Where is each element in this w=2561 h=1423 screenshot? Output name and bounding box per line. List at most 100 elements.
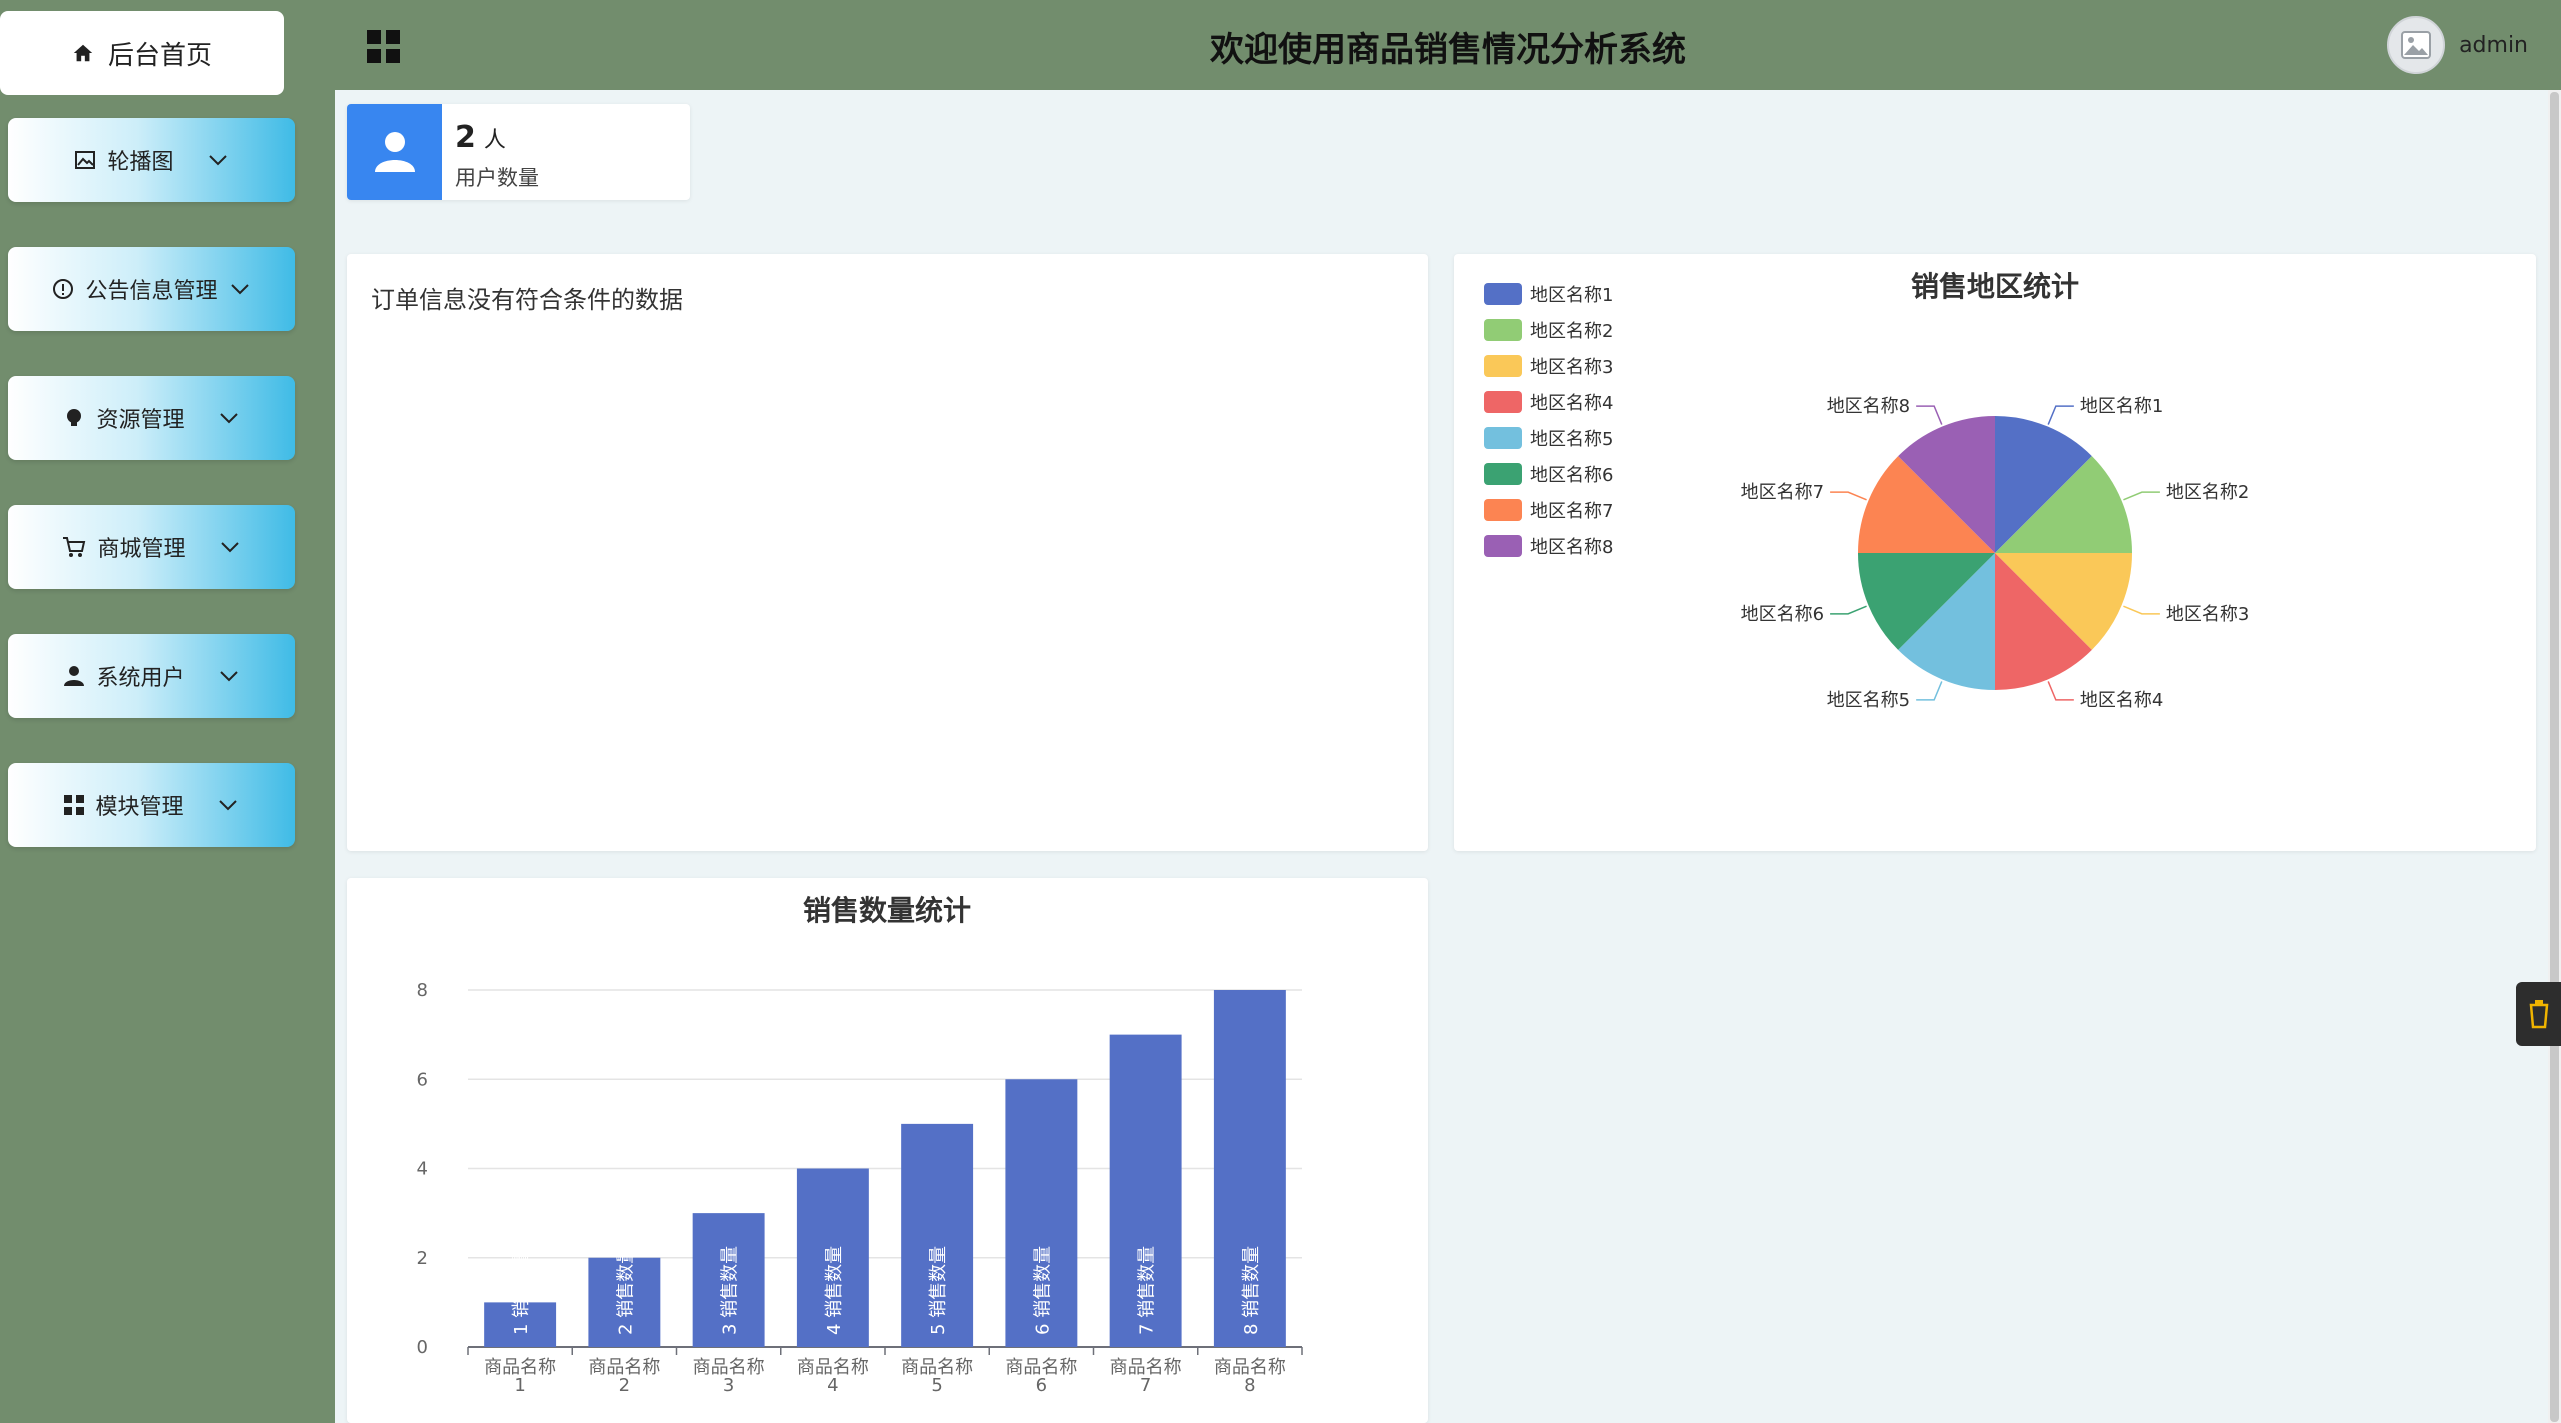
legend-label[interactable]: 地区名称8 xyxy=(1530,537,1613,558)
pie-slice-label: 地区名称6 xyxy=(1741,604,1824,625)
y-tick-label: 4 xyxy=(417,1159,428,1180)
pie-slice-label: 地区名称8 xyxy=(1827,396,1910,417)
sidebar-item-resources[interactable]: 资源管理 xyxy=(8,376,295,460)
legend-label[interactable]: 地区名称7 xyxy=(1530,501,1613,522)
image-icon xyxy=(75,151,96,169)
legend-swatch[interactable] xyxy=(1484,391,1522,413)
order-info-card: 订单信息没有符合条件的数据 xyxy=(347,254,1428,851)
info-circle-icon xyxy=(53,279,74,299)
chevron-down-icon xyxy=(218,800,237,811)
page-title: 欢迎使用商品销售情况分析系统 xyxy=(1210,30,1686,70)
chevron-down-icon xyxy=(230,284,249,295)
chevron-down-icon xyxy=(208,155,227,166)
sidebar: 后台首页 轮播图 公告信息管理 资源管理 商城管理 系统用户 模块管理 xyxy=(0,0,335,1423)
username: admin xyxy=(2459,32,2528,58)
user-count-label: 用户数量 xyxy=(455,166,539,190)
legend-swatch[interactable] xyxy=(1484,499,1522,521)
sidebar-item-label: 模块管理 xyxy=(95,795,184,820)
x-tick-label: 商品名称 8 xyxy=(1214,1357,1286,1396)
pie-leader-line xyxy=(1830,491,1867,501)
pie-slice-label: 地区名称2 xyxy=(2166,482,2249,503)
user-count-value: 2人 xyxy=(455,120,506,155)
pie-slice-label: 地区名称1 xyxy=(2080,396,2163,417)
x-tick-label: 商品名称 7 xyxy=(1110,1357,1182,1396)
grid-icon xyxy=(64,795,85,815)
sales-region-card: 销售地区统计 地区名称1 地区名称2 地区名称3 地区名称4 地区名称5 地区名称6 地区名称… xyxy=(1454,254,2536,851)
pie-slice-label: 地区名称4 xyxy=(2080,690,2163,711)
sidebar-item-announcements[interactable]: 公告信息管理 xyxy=(8,247,295,331)
sidebar-home[interactable]: 后台首页 xyxy=(0,11,284,95)
x-tick-label: 商品名称 1 xyxy=(484,1357,556,1396)
sales-quantity-card: 销售数量统计 0 2 4 6 8 1 销售数量 商品名称 1 2 销售数量 商品名称 2 3 销售数量商… xyxy=(347,878,1428,1423)
top-bar: 欢迎使用商品销售情况分析系统 admin xyxy=(335,0,2561,90)
y-tick-label: 6 xyxy=(417,1069,428,1090)
bar-value-label: 8 销售数量 xyxy=(1241,1246,1262,1335)
legend-label[interactable]: 地区名称6 xyxy=(1530,465,1613,486)
user-card-icon-box xyxy=(347,104,442,200)
legend-swatch[interactable] xyxy=(1484,319,1522,341)
pie-leader-line xyxy=(2047,405,2074,425)
pie-chart-title: 销售地区统计 xyxy=(1911,270,2079,303)
sidebar-item-system-users[interactable]: 系统用户 xyxy=(8,634,295,718)
bar-value-label: 4 销售数量 xyxy=(824,1246,845,1335)
side-tool-tab[interactable] xyxy=(2516,982,2561,1046)
bar-value-label: 5 销售数量 xyxy=(928,1246,949,1335)
sidebar-item-carousel[interactable]: 轮播图 xyxy=(8,118,295,202)
bulb-icon xyxy=(67,409,82,426)
legend-label[interactable]: 地区名称2 xyxy=(1530,321,1613,342)
legend-swatch[interactable] xyxy=(1484,283,1522,305)
image-placeholder-icon xyxy=(2401,31,2432,59)
bar-value-label: 6 销售数量 xyxy=(1032,1246,1053,1335)
legend-swatch[interactable] xyxy=(1484,535,1522,557)
user-icon xyxy=(374,132,415,172)
legend-label[interactable]: 地区名称4 xyxy=(1530,393,1613,414)
pie-leader-line xyxy=(2047,681,2074,701)
legend-label[interactable]: 地区名称3 xyxy=(1530,357,1613,378)
legend-label[interactable]: 地区名称5 xyxy=(1530,429,1613,450)
sidebar-item-label: 系统用户 xyxy=(96,666,185,691)
pie-leader-line xyxy=(2123,491,2160,501)
legend-label[interactable]: 地区名称1 xyxy=(1530,285,1613,306)
sidebar-home-label: 后台首页 xyxy=(107,40,212,71)
user-count-unit: 人 xyxy=(483,128,506,153)
pie-leader-line xyxy=(1916,681,1943,701)
user-menu[interactable]: admin xyxy=(2387,16,2528,74)
avatar[interactable] xyxy=(2387,16,2446,74)
chevron-down-icon xyxy=(220,542,239,553)
pie-slice-label: 地区名称3 xyxy=(2166,604,2249,625)
x-tick-label: 商品名称 3 xyxy=(693,1357,765,1396)
x-tick-label: 商品名称 2 xyxy=(588,1357,660,1396)
order-empty-message: 订单信息没有符合条件的数据 xyxy=(371,286,683,314)
user-icon xyxy=(64,666,85,686)
bar-value-label: 1 销售数量 xyxy=(511,1246,532,1335)
x-tick-label: 商品名称 5 xyxy=(901,1357,973,1396)
sidebar-item-label: 资源管理 xyxy=(96,408,185,433)
cart-icon xyxy=(63,537,86,557)
sidebar-item-shop[interactable]: 商城管理 xyxy=(8,505,295,589)
x-tick-label: 商品名称 4 xyxy=(797,1357,869,1396)
pie-leader-line xyxy=(2123,605,2160,615)
sidebar-item-label: 商城管理 xyxy=(97,537,186,562)
pie-leader-line xyxy=(1830,605,1867,615)
sidebar-item-label: 轮播图 xyxy=(107,150,174,175)
pie-leader-line xyxy=(1916,405,1943,425)
chevron-down-icon xyxy=(219,413,238,424)
sales-region-pie-chart: 销售地区统计地区名称1地区名称2地区名称3地区名称4地区名称5地区名称6地区名称… xyxy=(1484,270,2249,711)
cup-icon xyxy=(2529,1000,2548,1029)
pie-slice-label: 地区名称7 xyxy=(1741,482,1824,503)
sidebar-item-modules[interactable]: 模块管理 xyxy=(8,763,295,847)
x-tick-label: 商品名称 6 xyxy=(1005,1357,1077,1396)
legend-swatch[interactable] xyxy=(1484,427,1522,449)
sidebar-item-label: 公告信息管理 xyxy=(85,279,218,304)
bar-value-label: 7 销售数量 xyxy=(1137,1246,1158,1335)
legend-swatch[interactable] xyxy=(1484,463,1522,485)
legend-swatch[interactable] xyxy=(1484,355,1522,377)
sales-quantity-bar-chart: 销售数量统计 0 2 4 6 8 1 销售数量商品名称 1 2 销售数量商品名称 2 3 销售数量商… xyxy=(417,894,1303,1396)
user-count-card: 2人 用户数量 xyxy=(347,104,690,200)
bar-value-label: 3 销售数量 xyxy=(720,1246,741,1335)
scrollbar-thumb[interactable] xyxy=(2550,92,2559,1422)
y-tick-label: 0 xyxy=(417,1337,428,1358)
bar-value-label: 2 销售数量 xyxy=(615,1246,636,1335)
chevron-down-icon xyxy=(219,671,238,682)
bar-chart-title: 销售数量统计 xyxy=(803,894,971,927)
